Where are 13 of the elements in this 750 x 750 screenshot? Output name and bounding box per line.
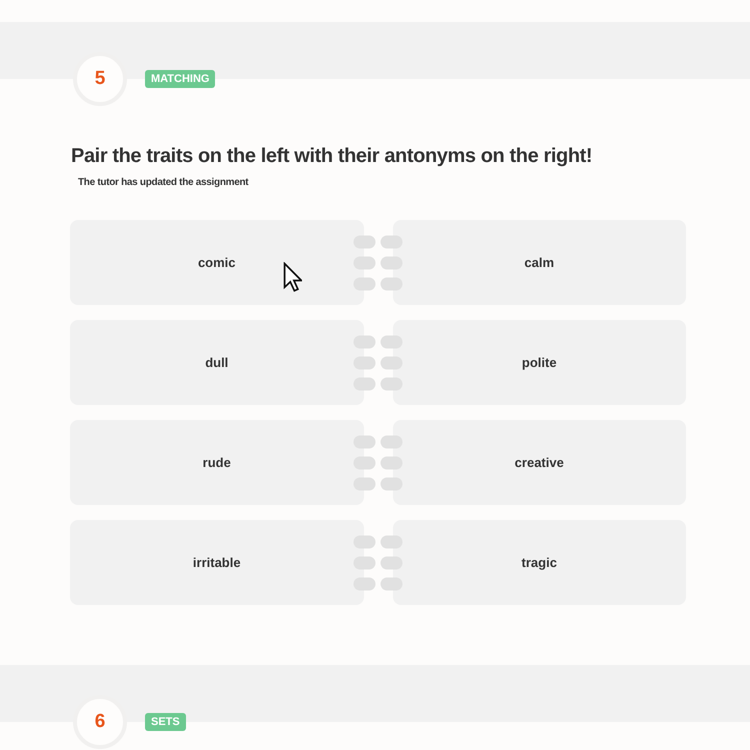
word-card[interactable]: creative — [392, 420, 686, 505]
update-notice: The tutor has updated the assignment — [78, 176, 250, 190]
word-card[interactable]: comic — [70, 220, 364, 305]
word-card[interactable]: rude — [70, 420, 364, 505]
word-card[interactable]: irritable — [70, 520, 364, 605]
question-type-badge: MATCHING — [145, 70, 216, 88]
question-title: Pair the traits on the left with their antonyms on the right! — [71, 144, 594, 168]
word-card[interactable]: polite — [392, 320, 686, 405]
mouse-pointer-icon — [283, 262, 302, 292]
word-card[interactable]: tragic — [392, 520, 686, 605]
word-card[interactable]: dull — [70, 320, 364, 405]
question-type-badge: SETS — [145, 713, 186, 731]
word-card[interactable]: calm — [392, 220, 686, 305]
